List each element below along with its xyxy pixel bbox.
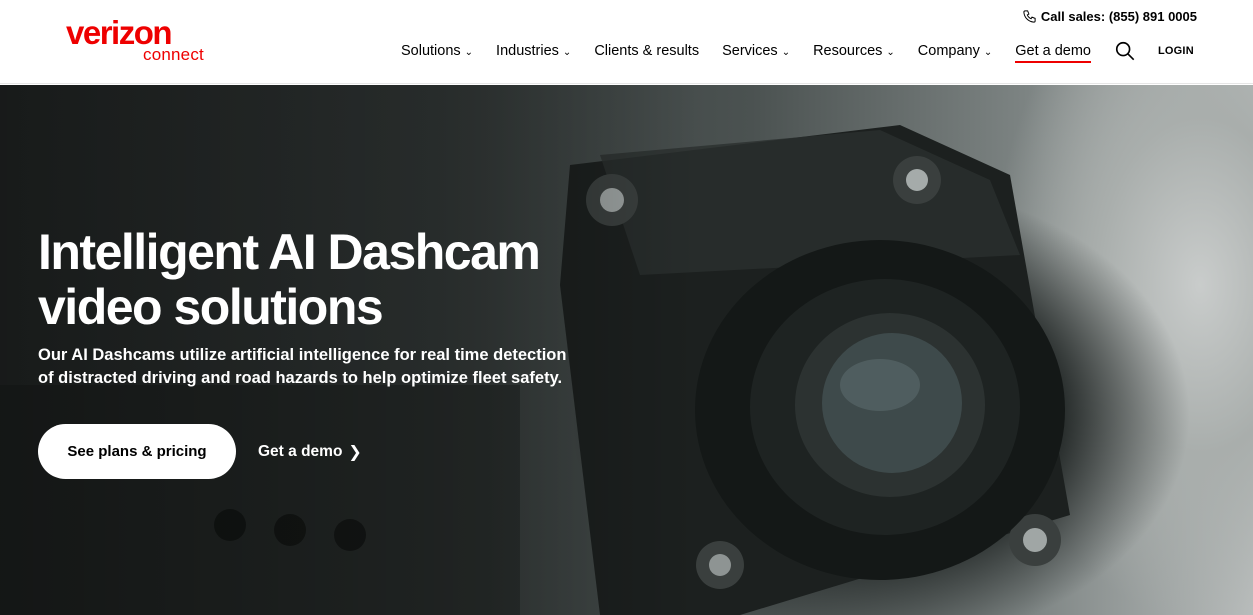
get-a-demo-link[interactable]: Get a demo ❯ bbox=[258, 442, 362, 462]
nav-company[interactable]: Company ⌄ bbox=[918, 43, 992, 59]
nav-resources[interactable]: Resources ⌄ bbox=[813, 43, 895, 59]
verizon-connect-logo[interactable]: verizon connect bbox=[66, 16, 204, 66]
main-nav: Solutions ⌄ Industries ⌄ Clients & resul… bbox=[401, 40, 1194, 63]
call-sales-text: Call sales: (855) 891 0005 bbox=[1040, 9, 1197, 24]
chevron-down-icon: ⌄ bbox=[781, 46, 791, 58]
chevron-down-icon: ⌄ bbox=[562, 46, 572, 58]
chevron-down-icon: ⌄ bbox=[983, 46, 993, 58]
nav-industries-label: Industries bbox=[496, 43, 559, 59]
nav-get-a-demo[interactable]: Get a demo bbox=[1015, 43, 1091, 63]
nav-solutions-label: Solutions bbox=[401, 43, 461, 59]
call-sales-link[interactable]: Call sales: (855) 891 0005 bbox=[1022, 9, 1197, 24]
hero-title-line-2: video solutions bbox=[38, 279, 384, 335]
nav-clients-results-label: Clients & results bbox=[594, 43, 700, 59]
site-header: verizon connect Call sales: (855) 891 00… bbox=[0, 0, 1253, 84]
get-a-demo-label: Get a demo bbox=[258, 443, 343, 460]
chevron-down-icon: ⌄ bbox=[464, 46, 474, 58]
nav-company-label: Company bbox=[917, 43, 980, 59]
login-link[interactable]: LOGIN bbox=[1158, 45, 1194, 57]
hero-subtitle: Our AI Dashcams utilize artificial intel… bbox=[38, 344, 638, 390]
chevron-down-icon: ⌄ bbox=[886, 46, 895, 58]
chevron-right-icon: ❯ bbox=[348, 444, 362, 461]
hero-section: Intelligent AI Dashcam video solutions O… bbox=[0, 85, 1253, 615]
nav-services-label: Services bbox=[722, 43, 778, 59]
nav-resources-label: Resources bbox=[813, 43, 883, 59]
hero-title: Intelligent AI Dashcam video solutions bbox=[38, 225, 658, 335]
nav-clients-results[interactable]: Clients & results bbox=[594, 43, 699, 59]
nav-services[interactable]: Services ⌄ bbox=[722, 43, 790, 59]
search-icon[interactable] bbox=[1114, 40, 1136, 62]
phone-icon bbox=[1023, 10, 1036, 23]
hero-title-line-1: Intelligent AI Dashcam bbox=[38, 224, 541, 280]
nav-industries[interactable]: Industries ⌄ bbox=[496, 43, 571, 59]
nav-solutions[interactable]: Solutions ⌄ bbox=[401, 43, 473, 59]
logo-subtitle: connect bbox=[143, 45, 204, 64]
hero-subtitle-line-2: of distracted driving and road hazards t… bbox=[38, 369, 563, 387]
hero-subtitle-line-1: Our AI Dashcams utilize artificial intel… bbox=[38, 346, 567, 364]
see-plans-pricing-button[interactable]: See plans & pricing bbox=[38, 424, 236, 479]
